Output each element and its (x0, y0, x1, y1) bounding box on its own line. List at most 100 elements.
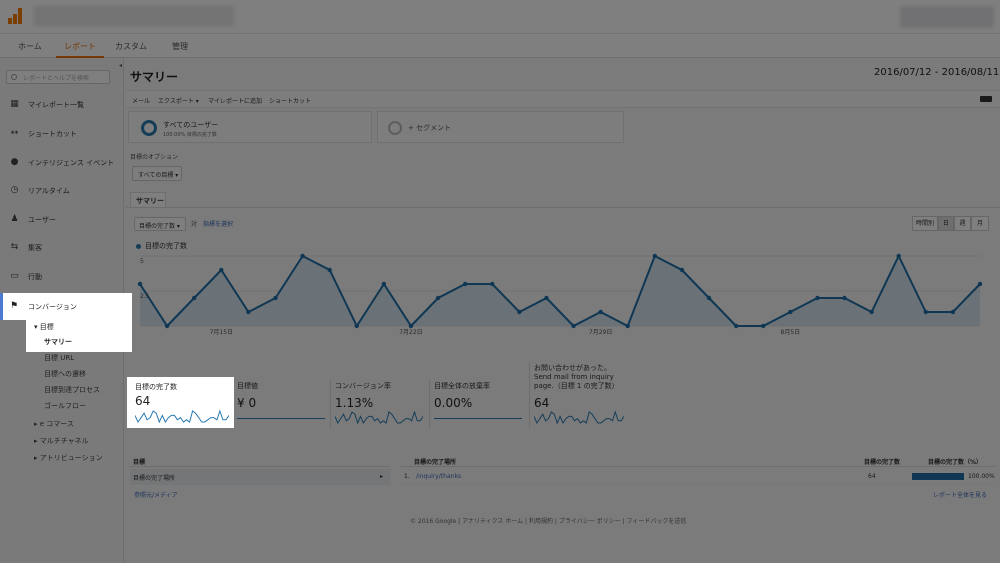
sparkline-path (335, 410, 423, 424)
data-point (571, 323, 576, 329)
empty-segment-circle-icon (388, 121, 402, 135)
scorecard-goal1-completions[interactable]: お問い合わせがあった。Send mail from inquiry page.（… (529, 362, 629, 428)
granularity-month-button[interactable]: 月 (971, 216, 989, 231)
email-button[interactable]: メール (132, 96, 150, 105)
sidebar-item-acquisition[interactable]: ⇆ 集客 (0, 239, 124, 257)
tab-divider (126, 207, 1000, 208)
sidebar-item-intelligence[interactable]: ● インテリジェンス イベント (0, 154, 124, 172)
x-tick-label: 8月5日 (781, 329, 801, 336)
data-point (490, 281, 495, 287)
goal-select-dropdown[interactable]: すべての目標 ▾ (132, 166, 182, 181)
tab-reports[interactable]: レポート (64, 41, 96, 52)
report-search-input[interactable]: レポートとヘルプを検索 (6, 70, 110, 84)
sidebar-item-reverse-goal-path[interactable]: 目標への遷移 (44, 369, 86, 379)
sidebar-item-users[interactable]: ♟ ユーザー (0, 211, 124, 229)
x-tick-label: 7月22日 (399, 329, 422, 336)
export-button[interactable]: エクスポート ▾ (158, 96, 199, 105)
tab-home[interactable]: ホーム (18, 41, 42, 52)
chart-y-ticks: 52.5 (140, 258, 150, 300)
sparkline-path (534, 410, 624, 424)
metric-select-dropdown[interactable]: 目標の完了数 ▾ (134, 217, 186, 231)
data-point (950, 309, 956, 315)
source-medium-link[interactable]: 参照元/メディア (134, 490, 178, 499)
sidebar-item-goal-url[interactable]: 目標 URL (44, 353, 74, 363)
sparkline-flat (237, 418, 325, 419)
goal-completions-chart: 7月15日 7月22日 7月29日 8月5日 52.5 (137, 253, 983, 336)
granularity-hourly-button[interactable]: 時間別 (912, 216, 938, 231)
data-point (354, 323, 359, 329)
sparkline-flat (434, 418, 522, 419)
shortcut-icon: ↔ (10, 128, 19, 138)
view-full-report-link[interactable]: レポート全体を見る (933, 490, 987, 499)
data-point (300, 253, 305, 259)
data-point (191, 295, 197, 301)
sidebar-item-funnel[interactable]: 目標到達プロセス (44, 385, 100, 395)
scorecard-conversion-rate[interactable]: コンバージョン率 1.13% (330, 380, 426, 428)
data-point (977, 281, 983, 287)
data-point (164, 323, 170, 329)
acquisition-icon: ⇆ (10, 242, 19, 252)
data-point (842, 295, 847, 301)
goal-path-link[interactable]: /inquiry/thanks (416, 473, 461, 480)
data-point (273, 295, 278, 301)
sparkline (534, 410, 624, 424)
x-tick-label: 7月29日 (589, 329, 612, 336)
y-tick-label: 2.5 (140, 293, 150, 300)
scorecard-abandon-rate[interactable]: 目標全体の放棄率 0.00% (429, 380, 525, 428)
segment-all-users[interactable]: すべてのユーザー 100.00% 目標の完了数 (128, 111, 372, 143)
y-tick-label: 5 (140, 258, 144, 265)
add-segment-button[interactable]: + セグメント (377, 111, 624, 143)
legend-dot (136, 244, 141, 249)
data-point (246, 309, 251, 315)
sidebar-item-realtime[interactable]: ◷ リアルタイム (0, 182, 124, 200)
add-to-dashboard-button[interactable]: マイレポートに追加 (208, 96, 262, 105)
scorecard-goal-completions[interactable]: 目標の完了数 64 (127, 377, 234, 428)
sidebar-item-conversions[interactable]: ⚑ コンバージョン (0, 293, 132, 320)
footer: © 2016 Google | アナリティクス ホーム | 利用規約 | プライ… (410, 518, 687, 525)
date-range-picker[interactable]: 2016/07/12 - 2016/08/11 ▾ (874, 67, 1000, 78)
data-point (381, 281, 387, 287)
chart-x-ticks: 7月15日 7月22日 7月29日 8月5日 (210, 329, 801, 336)
education-cap-icon[interactable] (980, 96, 992, 102)
data-point (923, 309, 929, 315)
collapse-sidebar-icon[interactable]: ◂ (119, 62, 122, 69)
sidebar-item-goal-flow[interactable]: ゴールフロー (44, 401, 86, 411)
data-point (544, 295, 549, 301)
goals-submenu-highlight: ▾ 目標 サマリー (26, 320, 132, 352)
nav-tabs: ホーム レポート カスタム 管理 (0, 34, 1000, 58)
report-toolbar: メール エクスポート ▾ マイレポートに追加 ショートカット (126, 90, 1000, 108)
goal-table-row-selected[interactable]: 目標の完了場所 ▸ (130, 469, 390, 485)
sidebar-item-attribution[interactable]: ▸ アトリビューション (34, 453, 103, 463)
sidebar-item-goals[interactable]: ▾ 目標 (34, 322, 54, 332)
data-point (706, 295, 712, 301)
blurred-user-avatar[interactable] (900, 6, 994, 28)
data-point (137, 281, 143, 287)
versus-label: 対 (191, 221, 198, 228)
sidebar-item-ecommerce[interactable]: ▸ e コマース (34, 419, 74, 429)
scorecard-goal-value[interactable]: 目標値 ¥ 0 (233, 380, 328, 428)
data-point (408, 323, 414, 329)
data-point (598, 309, 603, 315)
data-point (462, 281, 468, 287)
tab-custom[interactable]: カスタム (115, 41, 147, 52)
clock-icon: ◷ (10, 185, 19, 195)
granularity-day-button[interactable]: 日 (938, 216, 954, 231)
x-tick-label: 7月15日 (210, 329, 233, 336)
sparkline (335, 410, 423, 424)
sidebar-item-behavior[interactable]: ▭ 行動 (0, 268, 124, 286)
analytics-logo-icon[interactable] (8, 8, 22, 24)
shortcut-button[interactable]: ショートカット (269, 96, 311, 105)
data-point (815, 295, 820, 301)
granularity-week-button[interactable]: 週 (954, 216, 971, 231)
data-point (788, 309, 793, 315)
sidebar-item-shortcuts[interactable]: ↔ ショートカット (0, 125, 124, 143)
sidebar-item-goals-summary[interactable]: サマリー (44, 337, 72, 347)
tab-admin[interactable]: 管理 (172, 41, 188, 52)
tab-summary[interactable]: サマリー (130, 192, 166, 208)
data-point (679, 267, 685, 273)
data-point (652, 253, 658, 259)
sidebar-item-multichannel[interactable]: ▸ マルチチャネル (34, 436, 89, 446)
select-metric-link[interactable]: 指標を選択 (203, 219, 233, 228)
flag-icon: ⚑ (10, 301, 19, 311)
sidebar-item-my-reports[interactable]: ▦ マイレポート一覧 (0, 96, 124, 114)
